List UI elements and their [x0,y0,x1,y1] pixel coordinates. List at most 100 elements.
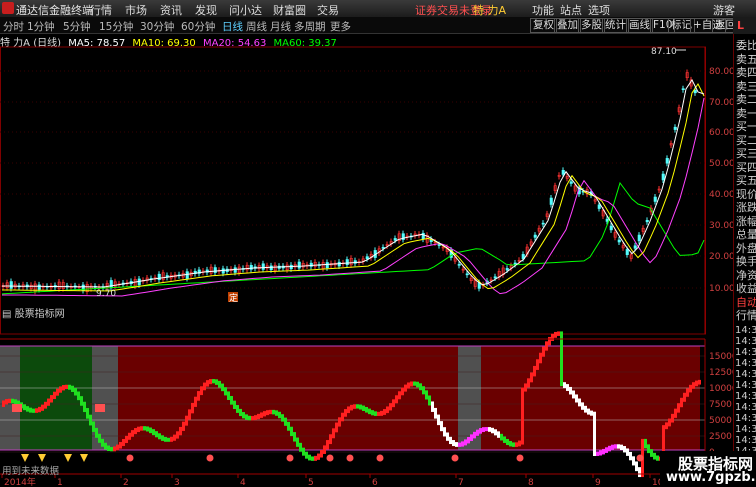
indicator-bar [536,359,539,370]
menu-zixun[interactable]: 资讯 [160,2,182,18]
indicator-bar [689,384,692,393]
indicator-bar [485,427,488,432]
indicator-bar [605,447,608,453]
indicator-bar [401,387,404,396]
signal-dot [636,454,644,462]
indicator-bar [671,413,674,423]
indicator-bands [0,345,705,451]
period-weekly[interactable]: 周线 [246,19,267,34]
candle-body [637,234,641,242]
indicator-bar [500,433,503,441]
indicator-bar [227,391,230,401]
indicator-bar [242,412,245,419]
period-multi[interactable]: 多周期 [294,19,326,34]
indicator-bar [329,434,332,445]
indicator-bar [185,415,188,426]
menu-wenxiaoda[interactable]: 问小达 [229,2,262,18]
guest-label[interactable]: 游客 [713,2,735,18]
signal-dot [451,454,459,462]
indicator-bar [335,422,338,433]
indicator-bar [644,438,647,449]
period-daily[interactable]: 日线 [222,19,243,34]
period-60min[interactable]: 60分钟 [181,19,215,34]
indicator-bar [50,395,53,403]
indicator-bar [89,414,92,426]
menu-xuanxiang[interactable]: 选项 [588,2,610,18]
indicator-bar [422,386,425,395]
indicator-bar [158,433,161,440]
fuquan-button[interactable]: 复权 [530,18,557,33]
indicator-bar [452,440,455,447]
high-price-label: 87.10 [651,47,677,57]
x-tick-label: 8 [528,478,534,487]
indicator-bar [533,365,536,377]
indicator-bar [353,404,356,409]
menu-jiaoyi[interactable]: 交易 [317,2,339,18]
tick-time: 14:35 [735,358,756,369]
indicator-bar [455,442,458,447]
signal-dot [126,454,134,462]
indicator-band [0,346,20,450]
candle-body [597,204,601,209]
menu-gongneng[interactable]: 功能 [532,2,554,18]
app-title: 通达信金融终端 [16,4,93,17]
ma5-line [2,79,705,288]
indicator-bar [359,404,362,410]
tongji-button[interactable]: 统计 [602,18,629,33]
chart-area[interactable]: 80.00 70.00 60.00 50.00 40.00 30.00 20.00 10.00… [0,34,733,487]
indicator-bar [338,417,341,427]
indicator-bar [482,427,485,433]
indicator-bar [362,405,365,411]
indicator-tick-label: 5000 [709,416,732,426]
candle-body [653,196,657,202]
indicator-bar [350,404,353,411]
price-tick-label: 40.00 [709,190,733,200]
huaxian-button[interactable]: 画线 [626,18,653,33]
indicator-bar [173,434,176,441]
indicator-bar [110,447,113,452]
indicator-bar [494,429,497,436]
indicator-bar [176,431,179,439]
indicator-bar [5,399,8,405]
menu-caifuquan[interactable]: 财富圈 [273,2,306,18]
period-15min[interactable]: 15分钟 [99,19,133,34]
period-more[interactable]: 更多 [330,19,351,34]
ma60-line [1,181,705,295]
candle-body [673,126,677,130]
indicator-bar [593,411,596,456]
indicator-bar [467,436,470,444]
indicator-bar [461,441,464,447]
diejia-button[interactable]: 叠加 [554,18,581,33]
indicator-bar [497,431,500,438]
panel-header: L [733,17,756,34]
indicator-bar [239,408,242,417]
period-fenshi[interactable]: 分时 [3,19,24,34]
candle-body [645,220,649,223]
candle-body [465,273,469,276]
duogu-button[interactable]: 多股 [578,18,605,33]
indicator-tick-label: 12500 [709,368,733,378]
period-monthly[interactable]: 月线 [270,19,291,34]
x-tick-label: 7 [458,478,464,487]
candle-body [633,245,637,249]
indicator-bar [221,383,224,392]
indicator-bar [188,409,191,420]
indicator-bar [638,467,641,478]
period-1min[interactable]: 1分钟 [27,19,55,34]
indicator-bar [236,405,239,413]
period-5min[interactable]: 5分钟 [63,19,91,34]
x-tick-label: 9 [595,478,601,487]
indicator-bar [347,406,350,414]
candle-body [437,244,441,246]
menu-zhandian[interactable]: 站点 [560,2,582,18]
candle-body [157,273,161,281]
indicator-bar [29,407,32,413]
menu-hangqing[interactable]: 行情 [90,2,112,18]
period-toolbar: 分时 1分钟 5分钟 15分钟 30分钟 60分钟 日线 周线 月线 多周期 更… [0,17,756,34]
indicator-bar [299,442,302,452]
candle-body [505,268,509,271]
menu-shichang[interactable]: 市场 [125,2,147,18]
menu-faxian[interactable]: 发现 [195,2,217,18]
indicator-bar [506,438,509,446]
period-30min[interactable]: 30分钟 [140,19,174,34]
